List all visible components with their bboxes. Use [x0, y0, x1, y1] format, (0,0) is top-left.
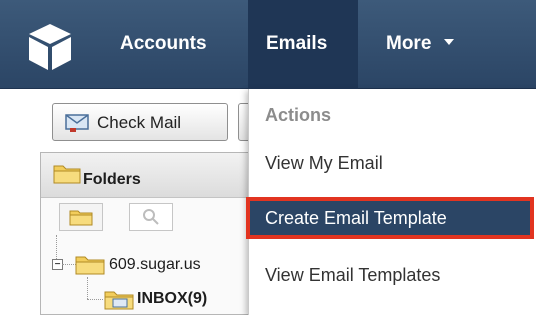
menu-item-view-email-templates[interactable]: View Email Templates	[265, 265, 440, 286]
check-mail-button[interactable]: Check Mail	[52, 103, 228, 141]
search-tab[interactable]	[129, 203, 173, 231]
folder-tab[interactable]	[59, 203, 103, 231]
folder-icon	[69, 210, 93, 226]
dropdown-heading: Actions	[265, 105, 332, 125]
folder-icon	[75, 256, 105, 275]
nav-accounts[interactable]: Accounts	[120, 0, 207, 88]
tree-line	[62, 264, 76, 265]
caret-down-icon	[444, 38, 455, 45]
tree-line	[87, 277, 88, 299]
mail-icon	[65, 114, 89, 132]
inbox-folder-icon	[104, 291, 134, 310]
cube-logo-icon[interactable]	[26, 22, 74, 72]
folders-panel: Folders − 609.sugar.us INBOX(9)	[40, 152, 260, 315]
nav-emails[interactable]: Emails	[266, 0, 327, 88]
folder-icon	[53, 165, 81, 184]
folders-title: Folders	[83, 171, 141, 188]
top-nav-bar: Accounts Emails More	[0, 0, 536, 89]
menu-item-create-email-template[interactable]: Create Email Template	[246, 197, 534, 239]
tree-item-inbox[interactable]: INBOX(9)	[137, 290, 207, 308]
folders-header: Folders	[41, 153, 259, 198]
menu-item-view-my-email[interactable]: View My Email	[265, 153, 383, 174]
tree-item-account[interactable]: 609.sugar.us	[109, 256, 201, 274]
emails-dropdown-menu: Actions View My Email Create Email Templ…	[246, 89, 536, 315]
search-icon	[143, 209, 159, 225]
tree-line	[87, 299, 103, 300]
check-mail-label: Check Mail	[97, 113, 182, 132]
nav-more[interactable]: More	[386, 0, 455, 88]
nav-more-label: More	[386, 33, 432, 54]
